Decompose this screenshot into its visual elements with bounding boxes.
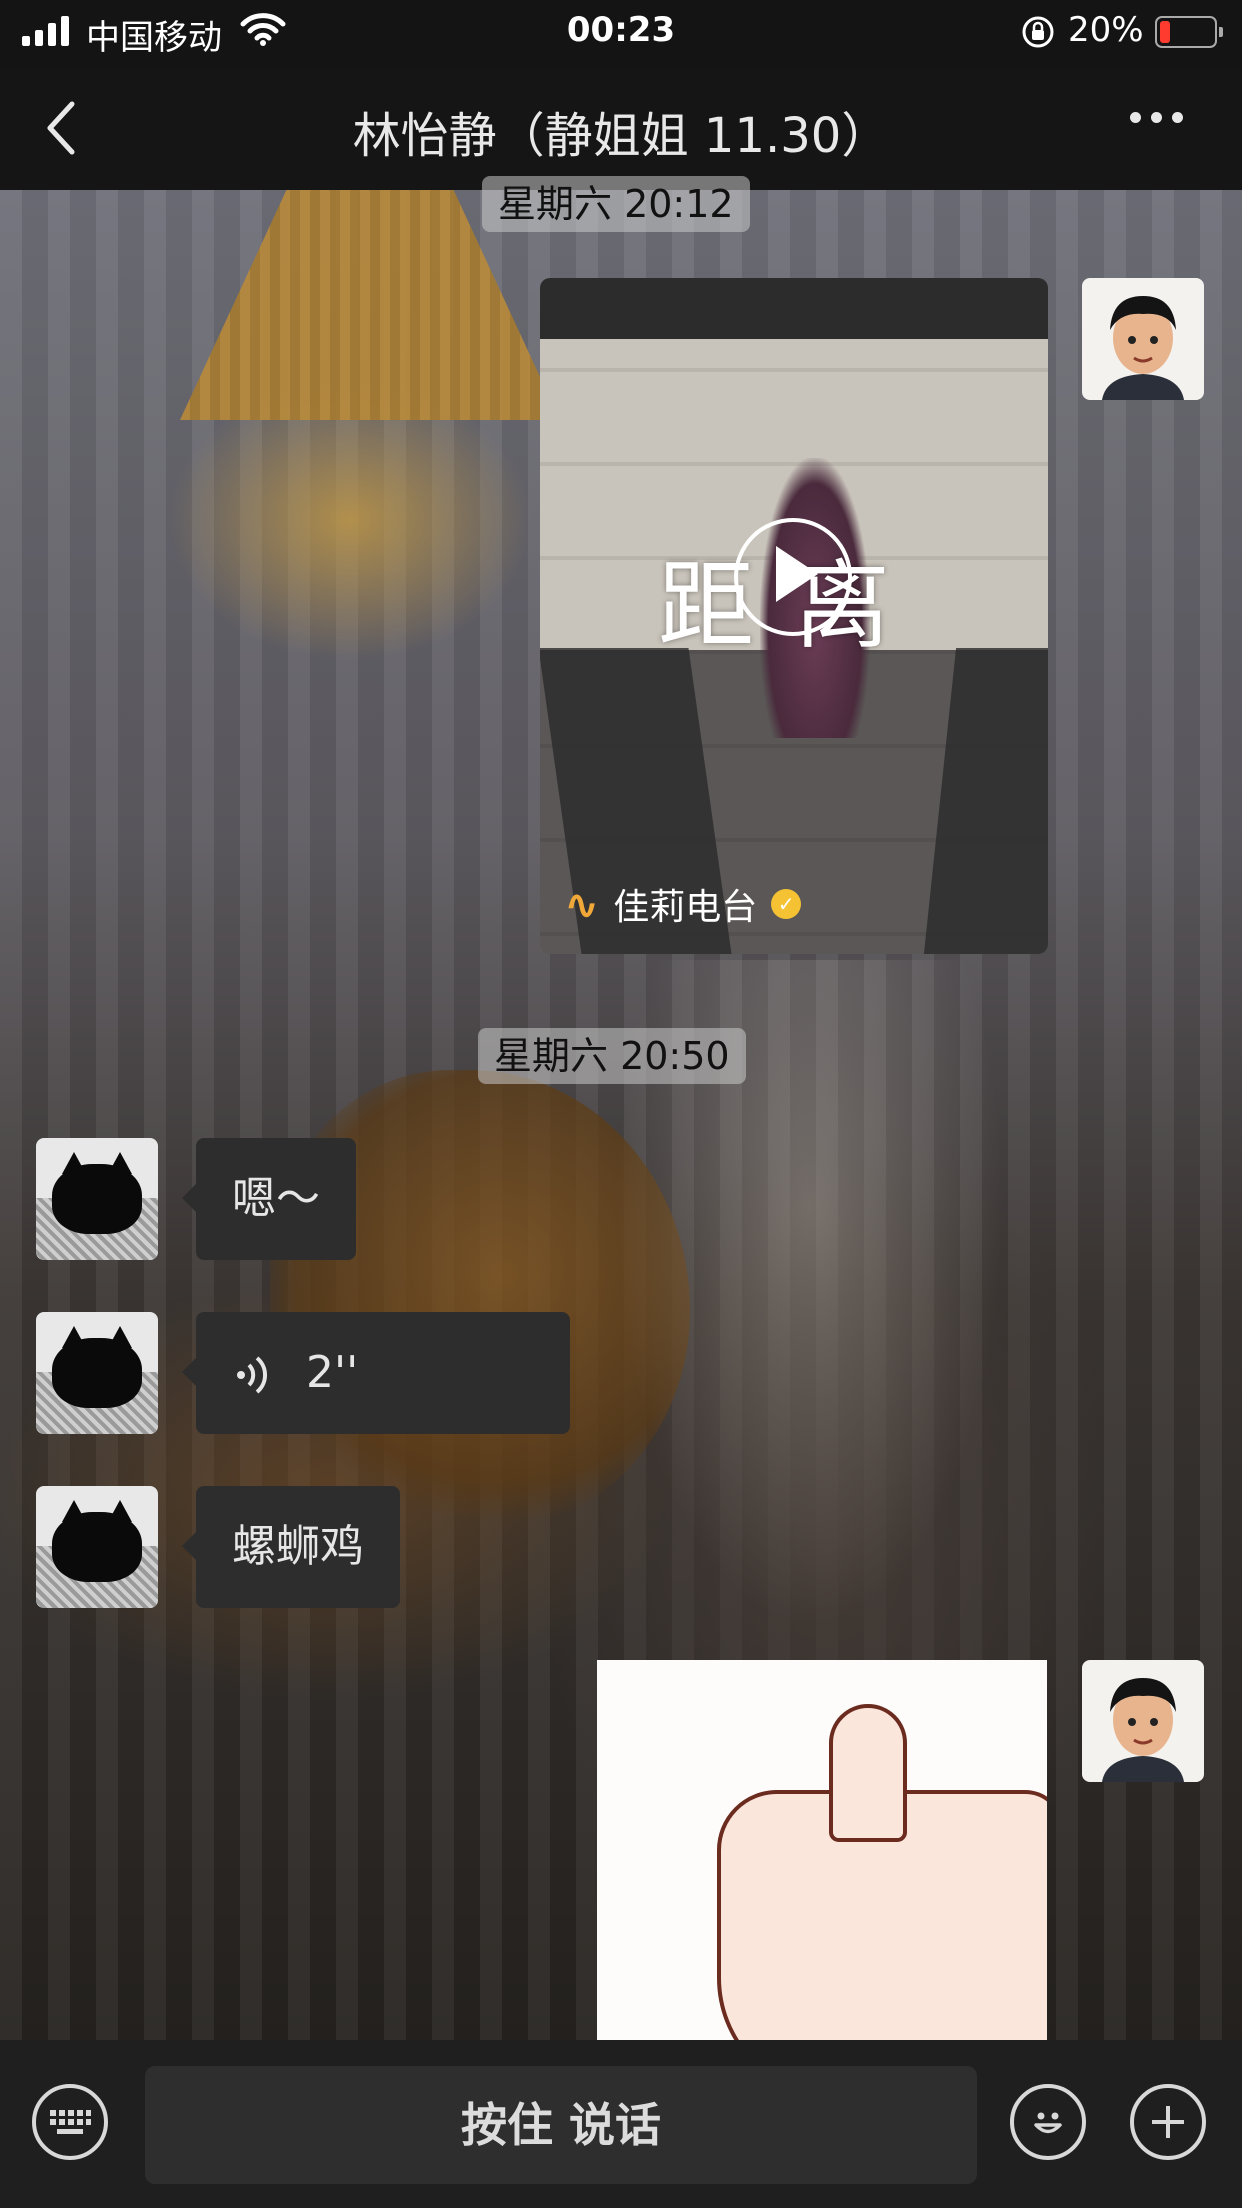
- boy-avatar-icon: [1102, 1678, 1184, 1782]
- cat-avatar-icon: [52, 1512, 142, 1582]
- avatar-self[interactable]: [1082, 1660, 1204, 1782]
- avatar-contact[interactable]: [36, 1138, 158, 1260]
- battery-fill: [1160, 21, 1170, 43]
- chat-title: 林怡静（静姐姐 11.30）: [352, 108, 890, 164]
- timestamp-2: 星期六 20:50: [478, 1028, 746, 1084]
- cat-avatar-icon: [52, 1164, 142, 1234]
- voice-wave-icon: [237, 1356, 268, 1394]
- timestamp-1: 星期六 20:12: [482, 176, 750, 232]
- nav-bar: 林怡静（静姐姐 11.30）: [0, 66, 1242, 190]
- message-bubble-text-1[interactable]: 嗯～: [182, 1138, 356, 1260]
- avatar-self[interactable]: [1082, 278, 1204, 400]
- plus-icon[interactable]: [1130, 2084, 1206, 2160]
- message-text: 螺蛳鸡: [232, 1521, 364, 1572]
- channel-logo-icon: ∿: [564, 879, 600, 929]
- emoji-icon[interactable]: [1010, 2084, 1086, 2160]
- video-message-card[interactable]: 距离 ∿ 佳莉电台 ✓: [540, 278, 1048, 954]
- orientation-lock-icon: [1022, 16, 1054, 48]
- boy-avatar-icon: [1102, 296, 1184, 400]
- sticker-message[interactable]: [597, 1660, 1047, 2040]
- video-channel[interactable]: ∿ 佳莉电台 ✓: [564, 878, 802, 930]
- hold-to-talk-button[interactable]: 按住 说话: [145, 2066, 977, 2184]
- status-bar: 中国移动 00:23 20%: [0, 0, 1242, 66]
- avatar-contact[interactable]: [36, 1312, 158, 1434]
- channel-name: 佳莉电台: [613, 887, 758, 928]
- play-triangle: [776, 546, 818, 602]
- message-text: 嗯～: [232, 1173, 320, 1224]
- voice-message-bubble[interactable]: 2'': [182, 1312, 570, 1434]
- more-icon[interactable]: [1130, 112, 1183, 123]
- voice-duration: 2'': [306, 1347, 359, 1398]
- battery-percent: 20%: [1068, 10, 1144, 50]
- cat-avatar-icon: [52, 1338, 142, 1408]
- battery-icon: [1155, 16, 1223, 48]
- avatar-contact[interactable]: [36, 1486, 158, 1608]
- input-bar: 按住 说话: [0, 2040, 1242, 2208]
- keyboard-icon[interactable]: [32, 2084, 108, 2160]
- message-bubble-text-2[interactable]: 螺蛳鸡: [182, 1486, 400, 1608]
- verified-icon: ✓: [771, 889, 802, 919]
